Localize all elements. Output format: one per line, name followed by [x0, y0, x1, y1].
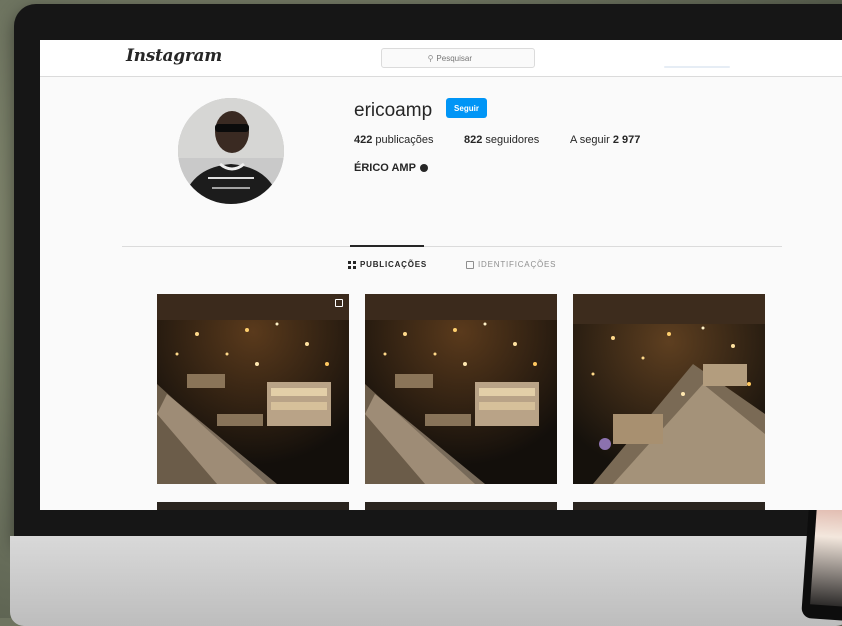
profile-username: ericoamp [354, 100, 433, 121]
tab-identificacoes-label: IDENTIFICAÇÕES [478, 260, 557, 269]
post-thumbnail[interactable] [365, 294, 557, 484]
followers-label: seguidores [485, 134, 540, 146]
post-thumbnail-partial[interactable] [573, 502, 765, 510]
following-count: 2 977 [612, 134, 641, 146]
verified-dot-icon [419, 164, 428, 172]
tab-publicacoes[interactable]: PUBLICAÇÕES [348, 260, 427, 269]
post-thumbnail[interactable] [573, 294, 765, 484]
browser-screen: Instagram ⚲ ericoamp Seguir 422 publicaç… [40, 40, 842, 510]
posts-count: 422 [354, 134, 373, 146]
tabs-divider [122, 246, 782, 247]
active-tab-indicator [350, 245, 424, 247]
grid-icon [348, 260, 356, 269]
full-name-text: ÉRICO AMP [354, 162, 416, 174]
post-thumbnail-partial[interactable] [157, 502, 349, 510]
multiple-images-icon [335, 299, 343, 307]
aerial-night-city-photo [157, 294, 349, 484]
monitor-stand [10, 536, 842, 626]
post-thumbnail-partial[interactable] [365, 502, 557, 510]
aerial-night-city-photo [365, 294, 557, 484]
posts-stat: 422 publicações [354, 134, 434, 146]
instagram-header: Instagram ⚲ [40, 40, 842, 77]
following-label: A seguir [570, 134, 610, 146]
followers-stat[interactable]: 822 seguidores [464, 134, 539, 146]
tag-icon [466, 260, 474, 269]
search-icon: ⚲ [427, 53, 434, 63]
profile-full-name: ÉRICO AMP [354, 162, 428, 174]
aerial-night-city-photo [573, 294, 765, 484]
avatar-photo [178, 98, 284, 204]
instagram-logo[interactable]: Instagram [126, 46, 222, 66]
nav-icons-placeholder [664, 66, 730, 68]
profile-avatar[interactable] [178, 98, 284, 204]
search-input[interactable] [436, 53, 489, 63]
search-box[interactable]: ⚲ [381, 48, 535, 68]
post-thumbnail[interactable] [157, 294, 349, 484]
tab-publicacoes-label: PUBLICAÇÕES [360, 260, 428, 269]
posts-label: publicações [375, 134, 434, 146]
follow-button[interactable]: Seguir [446, 98, 487, 118]
tab-identificacoes[interactable]: IDENTIFICAÇÕES [466, 260, 556, 269]
followers-count: 822 [464, 134, 483, 146]
following-stat[interactable]: A seguir 2 977 [570, 134, 640, 146]
